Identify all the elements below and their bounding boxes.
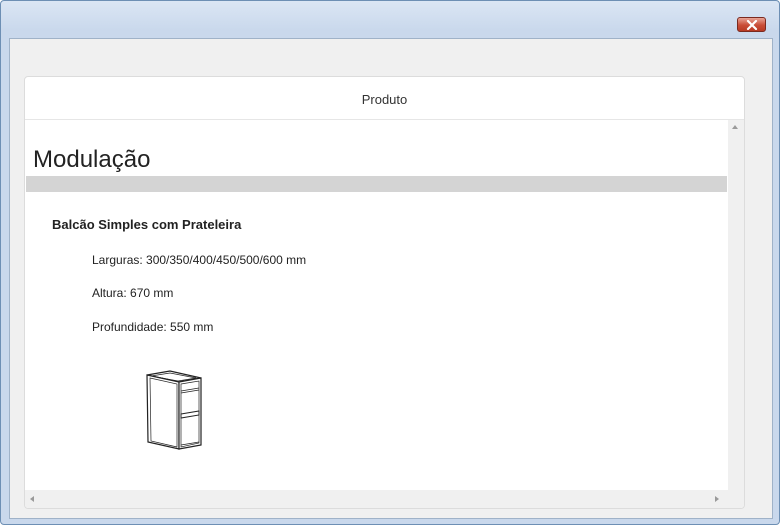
window-frame: Produto Modulação Balcão Simples com Pra…: [0, 0, 780, 525]
spec-widths: Larguras: 300/350/400/450/500/600 mm: [92, 253, 307, 267]
page-title: Modulação: [33, 146, 151, 173]
close-button[interactable]: [737, 17, 766, 32]
product-name: Balcão Simples com Prateleira: [52, 217, 242, 232]
cabinet-drawing: [146, 370, 202, 450]
scroll-left-arrow-icon[interactable]: [30, 496, 34, 502]
horizontal-scrollbar[interactable]: [25, 490, 744, 508]
vertical-scrollbar[interactable]: [728, 120, 744, 490]
product-panel: Produto Modulação Balcão Simples com Pra…: [24, 76, 745, 509]
window-client-area: Produto Modulação Balcão Simples com Pra…: [9, 38, 773, 519]
spec-depth: Profundidade: 550 mm: [92, 320, 214, 334]
close-icon: [746, 20, 758, 30]
scroll-content: Modulação Balcão Simples com Prateleira …: [26, 119, 727, 489]
scroll-up-arrow-icon[interactable]: [732, 125, 738, 129]
section-divider: [26, 176, 727, 192]
scroll-right-arrow-icon[interactable]: [715, 496, 719, 502]
panel-header: Produto: [25, 77, 744, 120]
spec-height: Altura: 670 mm: [92, 286, 174, 300]
panel-title: Produto: [361, 92, 408, 107]
